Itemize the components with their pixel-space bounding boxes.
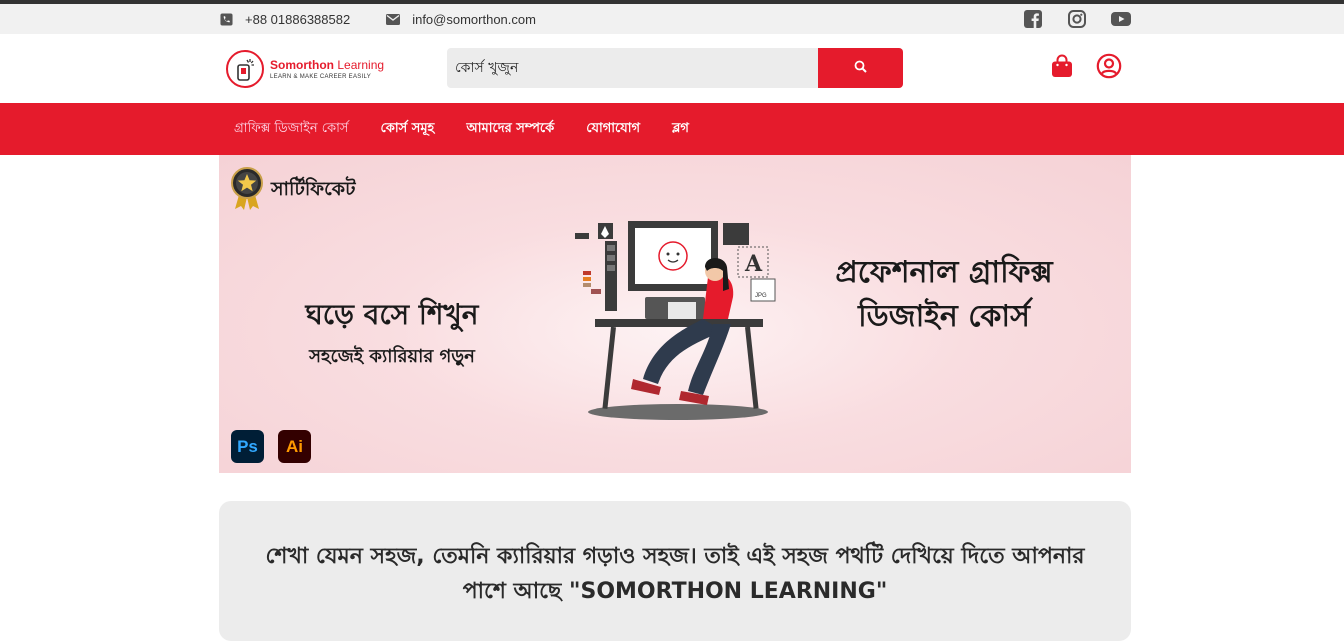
logo-tagline: LEARN & MAKE CAREER EASILY [270, 74, 372, 80]
medal-icon [231, 167, 263, 215]
designer-illustration: A JPG [575, 221, 776, 420]
banner-left-line2: সহজেই ক্যারিয়ার গড়ুন [309, 346, 475, 367]
site-logo[interactable]: Somorthon Learning LEARN & MAKE CAREER E… [226, 48, 391, 90]
instagram-icon[interactable] [1067, 9, 1087, 29]
nav-item-blog[interactable]: ব্লগ [672, 119, 689, 140]
nav-item-about[interactable]: আমাদের সম্পর্কে [466, 119, 554, 140]
account-button[interactable] [1096, 53, 1122, 83]
cart-button[interactable] [1049, 54, 1075, 82]
photoshop-icon: Ps [231, 430, 264, 463]
mail-icon [386, 12, 401, 26]
certificate-badge: সার্টিফিকেট [231, 167, 355, 215]
nav-item-courses[interactable]: কোর্স সমূহ [380, 119, 434, 140]
youtube-icon[interactable] [1111, 9, 1131, 29]
certificate-label: সার্টিফিকেট [271, 178, 356, 200]
logo-mark [226, 50, 264, 88]
nav-item-graphics-course[interactable]: গ্রাফিক্স ডিজাইন কোর্স [234, 119, 348, 140]
facebook-icon[interactable] [1023, 9, 1043, 29]
user-icon [1096, 53, 1122, 83]
illus-jpg-label: JPG [755, 293, 767, 299]
illus-letter: A [744, 251, 763, 277]
email-address: info@somorthon.com [412, 11, 536, 27]
intro-card: শেখা যেমন সহজ, তেমনি ক্যারিয়ার গড়াও সহ… [219, 501, 1131, 641]
banner-right-heading: প্রফেশনাল গ্রাফিক্স ডিজাইন কোর্স [835, 255, 1053, 334]
search-icon [854, 60, 867, 76]
hero-banner[interactable]: সার্টিফিকেট ঘড়ে বসে শিখুন সহজেই ক্যারিয… [219, 155, 1131, 473]
banner-left-heading: ঘড়ে বসে শিখুন সহজেই ক্যারিয়ার গড়ুন [297, 293, 487, 373]
search-bar [447, 48, 903, 88]
phone-contact[interactable]: +88 01886388582 [219, 12, 350, 27]
intro-text: শেখা যেমন সহজ, তেমনি ক্যারিয়ার গড়াও সহ… [265, 544, 1085, 604]
main-nav: গ্রাফিক্স ডিজাইন কোর্স কোর্স সমূহ আমাদের… [0, 103, 1344, 155]
illustrator-icon: Ai [278, 430, 311, 463]
search-input[interactable] [447, 48, 818, 88]
shopping-bag-icon [1050, 54, 1074, 82]
email-contact[interactable]: info@somorthon.com [386, 12, 536, 27]
logo-name: Somorthon [270, 58, 334, 72]
site-header: Somorthon Learning LEARN & MAKE CAREER E… [0, 34, 1344, 103]
nav-item-contact[interactable]: যোগাযোগ [586, 119, 640, 140]
phone-icon [219, 12, 233, 26]
topbar: +88 01886388582 info@somorthon.com [0, 4, 1344, 34]
banner-left-line1: ঘড়ে বসে শিখুন [305, 298, 479, 331]
search-button[interactable] [818, 48, 903, 88]
phone-number: +88 01886388582 [245, 11, 351, 27]
logo-name-2: Learning [337, 58, 385, 72]
